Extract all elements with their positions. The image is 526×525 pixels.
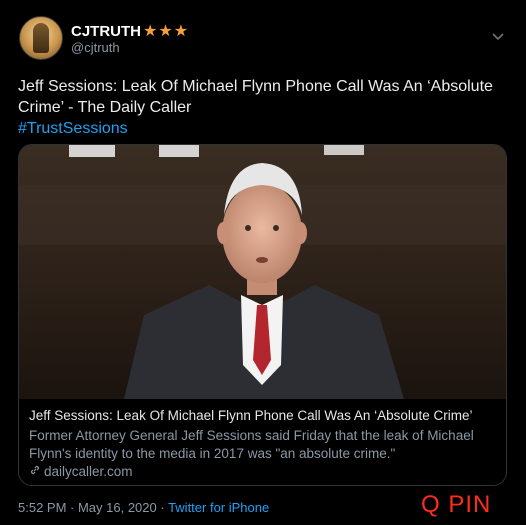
card-domain: dailycaller.com (29, 463, 499, 481)
tweet-footer: 5:52 PM · May 16, 2020 · Twitter for iPh… (18, 500, 269, 515)
avatar[interactable] (19, 16, 63, 60)
author-name-stars: ★★★ (143, 23, 190, 40)
watermark-text: Q PIN (421, 491, 492, 518)
hashtag-link[interactable]: #TrustSessions (18, 118, 513, 139)
avatar-figure (33, 23, 49, 53)
card-domain-text: dailycaller.com (44, 464, 133, 479)
card-description: Former Attorney General Jeff Sessions sa… (29, 428, 474, 461)
author-handle[interactable]: @cjtruth (71, 40, 120, 55)
timestamp[interactable]: 5:52 PM · May 16, 2020 · (18, 500, 168, 515)
tweet: CJTRUTH ★★★ @cjtruth Jeff Sessions: Leak… (0, 0, 526, 525)
tweet-text: Jeff Sessions: Leak Of Michael Flynn Pho… (18, 76, 513, 139)
source-link[interactable]: Twitter for iPhone (168, 500, 269, 515)
author-name-row[interactable]: CJTRUTH ★★★ (71, 21, 189, 41)
card-body: Jeff Sessions: Leak Of Michael Flynn Pho… (29, 407, 499, 481)
card-title: Jeff Sessions: Leak Of Michael Flynn Pho… (29, 408, 473, 423)
chevron-down-icon[interactable] (491, 30, 505, 41)
tweet-body: Jeff Sessions: Leak Of Michael Flynn Pho… (18, 78, 493, 116)
link-icon (29, 463, 41, 481)
link-card[interactable]: Jeff Sessions: Leak Of Michael Flynn Pho… (18, 144, 507, 486)
card-image (19, 145, 506, 399)
author-name[interactable]: CJTRUTH (71, 23, 141, 40)
